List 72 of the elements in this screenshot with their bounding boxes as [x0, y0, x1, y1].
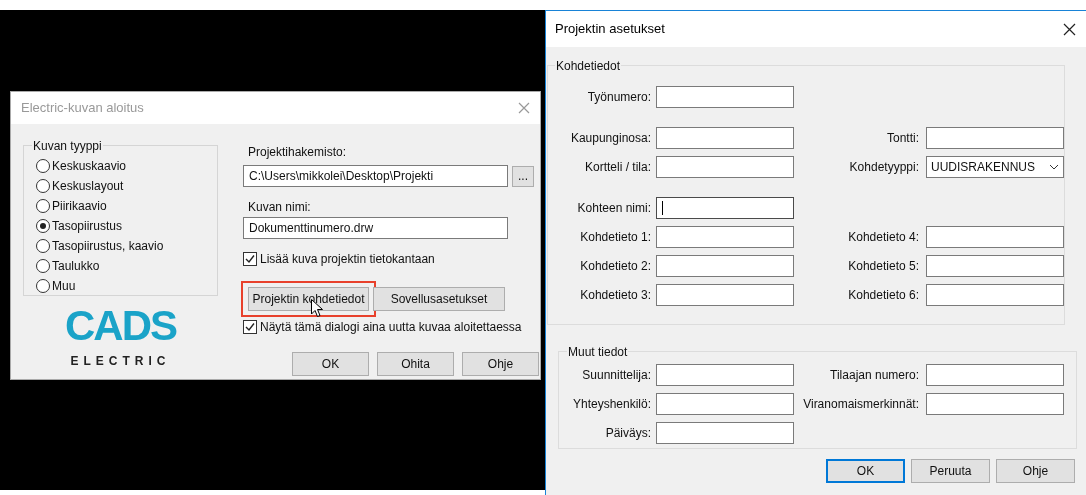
radio-label: Taulukko	[52, 258, 100, 275]
input-field[interactable]	[926, 364, 1064, 386]
input-field[interactable]	[656, 422, 794, 444]
checkbox-label: Lisää kuva projektin tietokantaan	[260, 251, 435, 268]
window-title: Electric-kuvan aloitus	[21, 99, 144, 118]
field-label: Projektihakemisto:	[248, 144, 348, 161]
field-label: Kohdetieto 4:	[847, 229, 919, 246]
dialog-button[interactable]: OK	[826, 459, 905, 483]
dialog-button[interactable]: OK	[292, 352, 369, 376]
checkbox-label: Näytä tämä dialogi aina uutta kuvaa aloitettaessa	[260, 319, 522, 336]
field-label: Kuvan nimi:	[248, 199, 312, 216]
radio-button[interactable]	[36, 159, 50, 173]
dialog-button[interactable]: Ohita	[377, 352, 454, 376]
logo-subtitle: ELECTRIC	[70, 353, 171, 370]
action-button[interactable]: Sovellusasetukset	[373, 287, 505, 311]
input-field[interactable]	[926, 284, 1064, 306]
field-label: Kohdetyyppi:	[848, 159, 919, 176]
radio-label: Keskuslayout	[52, 178, 124, 195]
window-title: Projektin asetukset	[555, 20, 665, 39]
field-label: Kohdetieto 3:	[579, 287, 651, 304]
close-icon[interactable]	[1063, 22, 1076, 36]
radio-label: Piirikaavio	[52, 198, 107, 215]
field-label: Päiväys:	[604, 425, 651, 442]
input-field[interactable]: Dokumenttinumero.drw	[243, 217, 508, 239]
input-field[interactable]	[656, 393, 794, 415]
field-label: Kohdetieto 1:	[579, 229, 651, 246]
checkbox[interactable]	[243, 320, 257, 334]
field-label: Työnumero:	[586, 89, 651, 106]
field-label: Suunnittelija:	[581, 367, 651, 384]
radio-button[interactable]	[36, 239, 50, 253]
input-field[interactable]	[656, 156, 794, 178]
dropdown[interactable]: UUDISRAKENNUS	[926, 156, 1064, 178]
field-label: Kohdetieto 6:	[847, 287, 919, 304]
chevron-down-icon	[1049, 164, 1059, 170]
input-field[interactable]	[656, 86, 794, 108]
radio-button[interactable]	[36, 199, 50, 213]
field-label: Yhteyshenkilö:	[571, 396, 651, 413]
action-button[interactable]: Projektin kohdetiedot	[248, 287, 369, 311]
input-field[interactable]	[926, 255, 1064, 277]
input-field[interactable]	[656, 226, 794, 248]
input-field[interactable]	[926, 127, 1064, 149]
field-label: Kohdetieto 2:	[579, 258, 651, 275]
input-field[interactable]	[926, 226, 1064, 248]
radio-label: Muu	[52, 278, 76, 295]
field-label: Kaupunginosa:	[569, 130, 651, 147]
dialog-button[interactable]: Ohje	[996, 459, 1075, 483]
field-label: Viranomaismerkinnät:	[802, 396, 919, 413]
field-label: Kohdetieto 5:	[847, 258, 919, 275]
input-field[interactable]	[656, 197, 794, 219]
input-field[interactable]	[926, 393, 1064, 415]
radio-button[interactable]	[36, 259, 50, 273]
field-label: Tontti:	[886, 130, 919, 147]
text-cursor	[662, 201, 663, 215]
field-label: Kortteli / tila:	[583, 159, 651, 176]
dialog-button[interactable]: Ohje	[462, 352, 539, 376]
radio-label: Tasopiirustus	[52, 218, 123, 235]
input-field[interactable]	[656, 127, 794, 149]
input-field[interactable]	[656, 255, 794, 277]
logo-wordmark: CADS	[65, 304, 176, 348]
input-field[interactable]	[656, 364, 794, 386]
radio-label: Keskuskaavio	[52, 158, 127, 175]
dialog-button[interactable]: Peruuta	[911, 459, 990, 483]
radio-button[interactable]	[36, 179, 50, 193]
input-field[interactable]: C:\Users\mikkolei\Desktop\Projekti	[243, 165, 508, 187]
input-field[interactable]	[656, 284, 794, 306]
radio-label: Tasopiirustus, kaavio	[52, 238, 164, 255]
browse-button[interactable]: ...	[512, 165, 534, 187]
checkbox[interactable]	[243, 252, 257, 266]
radio-button[interactable]	[36, 219, 50, 233]
field-label: Tilaajan numero:	[829, 367, 919, 384]
field-label: Kohteen nimi:	[576, 200, 651, 217]
radio-button[interactable]	[36, 279, 50, 293]
